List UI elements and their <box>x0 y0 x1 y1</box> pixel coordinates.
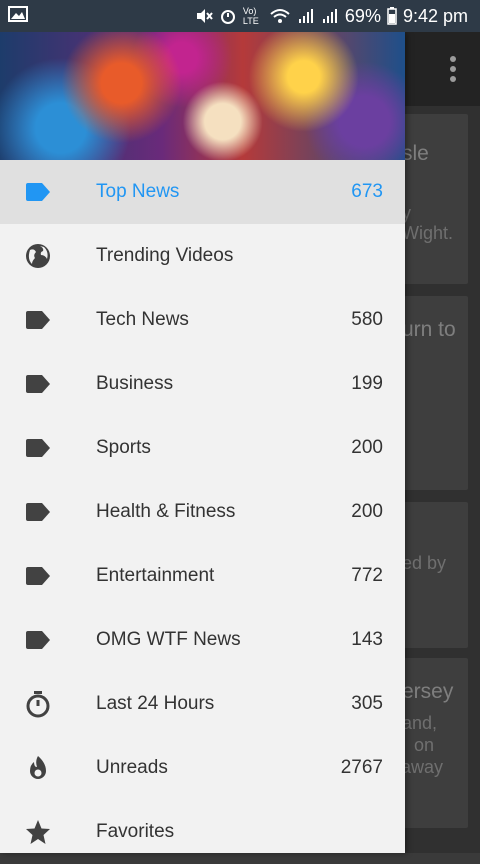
drawer-item-last-24-hours[interactable]: Last 24 Hours 305 <box>0 672 405 736</box>
drawer-item-label: Entertainment <box>96 565 215 586</box>
drawer-item-label: Trending Videos <box>96 245 234 266</box>
label-tag-icon <box>24 308 52 332</box>
drawer-item-unreads[interactable]: Unreads 2767 <box>0 736 405 800</box>
mute-icon <box>196 9 213 23</box>
drawer-item-count: 199 <box>351 373 383 394</box>
label-tag-icon <box>24 372 52 396</box>
signal-1-icon <box>298 9 313 23</box>
drawer-item-label: Unreads <box>96 757 168 778</box>
star-icon <box>24 820 52 844</box>
drawer-item-health-fitness[interactable]: Health & Fitness 200 <box>0 480 405 544</box>
drawer-item-count: 143 <box>351 629 383 650</box>
globe-icon <box>24 244 52 268</box>
gallery-notification-icon <box>8 6 28 22</box>
navigation-drawer: Top News 673 Trending Videos Tech News 580 Bu… <box>0 32 405 853</box>
battery-percent: 69% <box>344 5 381 26</box>
drawer-item-entertainment[interactable]: Entertainment 772 <box>0 544 405 608</box>
wifi-icon <box>270 9 290 23</box>
drawer-item-label: Last 24 Hours <box>96 693 215 714</box>
drawer-item-favorites[interactable]: Favorites <box>0 800 405 864</box>
clock: 9:42 pm <box>402 5 468 26</box>
label-tag-icon <box>24 628 52 652</box>
drawer-item-omg-wtf-news[interactable]: OMG WTF News 143 <box>0 608 405 672</box>
drawer-item-count: 2767 <box>340 757 383 778</box>
drawer-item-label: Favorites <box>96 821 175 842</box>
drawer-item-count: 305 <box>351 693 383 714</box>
drawer-menu: Top News 673 Trending Videos Tech News 580 Bu… <box>0 160 405 864</box>
drawer-item-label: Top News <box>96 181 180 202</box>
drawer-item-count: 200 <box>351 501 383 522</box>
label-tag-icon <box>24 564 52 588</box>
label-tag-icon <box>24 436 52 460</box>
signal-2-icon <box>322 9 337 23</box>
drawer-header-image <box>0 32 405 160</box>
alarm-icon <box>220 10 235 24</box>
drawer-item-label: Business <box>96 373 174 394</box>
drawer-item-label: Sports <box>96 437 151 458</box>
drawer-scrim[interactable] <box>405 32 480 853</box>
drawer-item-count: 772 <box>351 565 383 586</box>
status-bar-right: Vo) LTE 69% 9:42 pm <box>195 0 468 32</box>
volte-label: Vo) LTE <box>242 6 259 26</box>
drawer-item-trending-videos[interactable]: Trending Videos <box>0 224 405 288</box>
drawer-item-top-news[interactable]: Top News 673 <box>0 160 405 224</box>
flame-icon <box>24 756 52 780</box>
drawer-item-tech-news[interactable]: Tech News 580 <box>0 288 405 352</box>
label-tag-icon <box>24 180 52 204</box>
drawer-item-count: 580 <box>351 309 383 330</box>
status-bar: Vo) LTE 69% 9:42 pm <box>0 0 480 32</box>
stopwatch-icon <box>24 691 52 718</box>
drawer-item-sports[interactable]: Sports 200 <box>0 416 405 480</box>
drawer-item-label: Tech News <box>96 309 189 330</box>
drawer-item-business[interactable]: Business 199 <box>0 352 405 416</box>
drawer-item-count: 200 <box>351 437 383 458</box>
label-tag-icon <box>24 500 52 524</box>
drawer-item-label: OMG WTF News <box>96 629 241 650</box>
drawer-item-label: Health & Fitness <box>96 501 236 522</box>
battery-icon <box>387 7 397 25</box>
drawer-item-count: 673 <box>351 181 383 202</box>
